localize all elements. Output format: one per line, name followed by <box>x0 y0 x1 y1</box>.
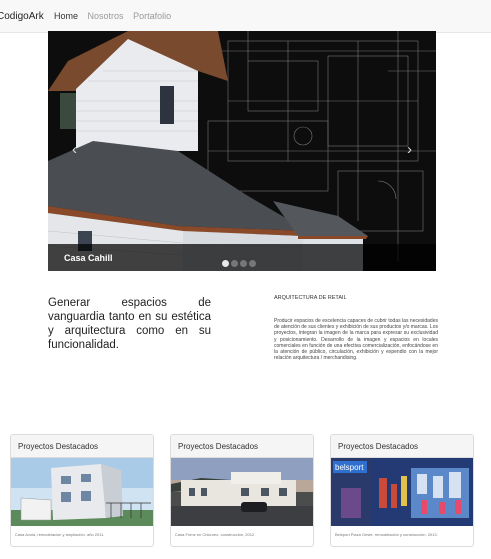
project-card[interactable]: Proyectos Destacados Casa Avola, remodel… <box>10 434 154 547</box>
card-title: Proyectos Destacados <box>18 442 99 451</box>
card-header: Proyectos Destacados <box>11 435 153 458</box>
chevron-left-icon[interactable]: ‹ <box>72 141 77 158</box>
nav-menu: Home Nosotros Portafolio <box>54 11 178 21</box>
nav-link-home[interactable]: Home <box>54 11 78 21</box>
carousel-caption-bar: Casa Cahill <box>48 244 436 271</box>
section-text: Producir espacios de excelencia capaces … <box>274 318 438 362</box>
card-header: Proyectos Destacados <box>331 435 473 458</box>
carousel-indicator[interactable] <box>231 260 238 267</box>
navbar: CodigoArk Home Nosotros Portafolio <box>0 0 491 33</box>
carousel-indicator[interactable] <box>240 260 247 267</box>
project-card[interactable]: Proyectos Destacados belsport Belsport P… <box>330 434 474 547</box>
project-image[interactable] <box>11 458 153 526</box>
card-title: Proyectos Destacados <box>178 442 259 451</box>
project-image[interactable] <box>171 458 313 526</box>
chevron-right-icon[interactable]: › <box>407 141 412 158</box>
carousel-indicators <box>222 254 258 271</box>
belsport-sign: belsport <box>335 463 364 472</box>
hero-carousel: ‹ › Casa Cahill <box>48 31 436 271</box>
project-card[interactable]: Proyectos Destacados Casa Frenz en Chicu… <box>170 434 314 547</box>
carousel-indicator[interactable] <box>249 260 256 267</box>
tagline: Generar espacios de vanguardia tanto en … <box>48 297 211 351</box>
nav-link-portafolio[interactable]: Portafolio <box>133 11 171 21</box>
card-title: Proyectos Destacados <box>338 442 419 451</box>
brand-logo[interactable]: CodigoArk <box>0 11 44 22</box>
card-caption: Casa Avola, remodelación y ampliación, a… <box>15 532 105 537</box>
card-caption: Casa Frenz en Chicureo, construcción, 20… <box>175 532 256 537</box>
carousel-slide-image <box>48 31 436 271</box>
carousel-caption: Casa Cahill <box>64 253 113 263</box>
card-header: Proyectos Destacados <box>171 435 313 458</box>
nav-link-nosotros[interactable]: Nosotros <box>88 11 124 21</box>
project-image[interactable]: belsport <box>331 458 473 526</box>
section-title: ARQUITECTURA DE RETAIL <box>274 295 347 301</box>
carousel-indicator[interactable] <box>222 260 229 267</box>
card-caption: Belsport Plaza Oeste, remodelación y con… <box>335 532 438 537</box>
